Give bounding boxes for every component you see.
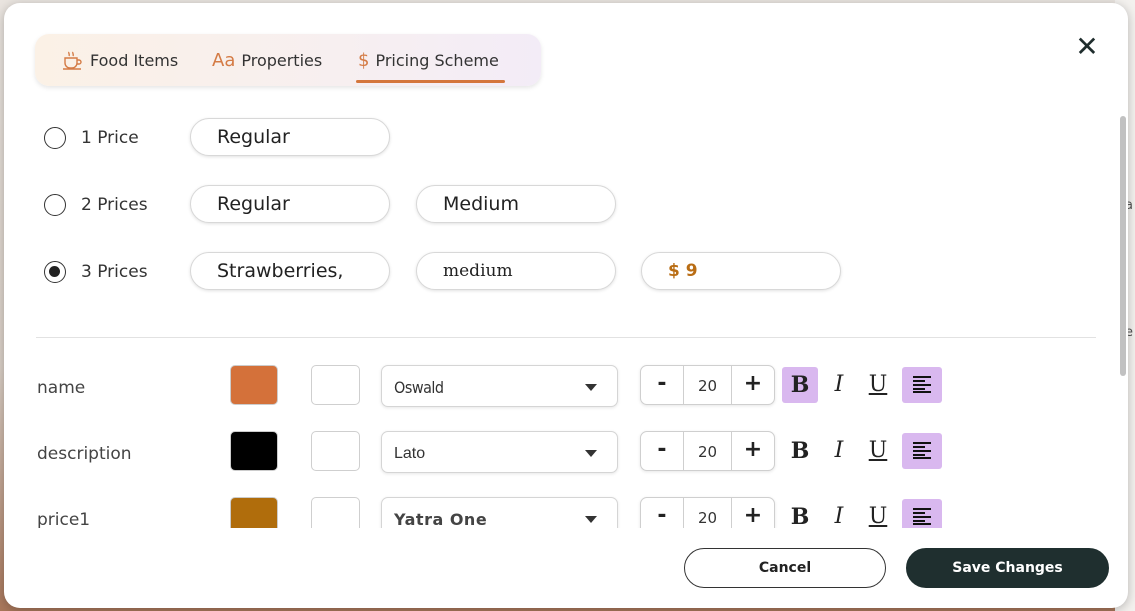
- font-size-input[interactable]: 20: [683, 366, 732, 404]
- increase-size-button[interactable]: +: [732, 366, 774, 404]
- bg-color-swatch[interactable]: [311, 431, 360, 471]
- price-name-input[interactable]: Strawberries,: [190, 252, 390, 290]
- font-select-value: Lato: [394, 445, 426, 462]
- decrease-size-button[interactable]: -: [641, 366, 683, 404]
- font-select[interactable]: Oswald: [381, 365, 618, 407]
- close-icon[interactable]: ✕: [1074, 33, 1100, 61]
- underline-toggle[interactable]: U: [860, 433, 896, 469]
- save-changes-button[interactable]: Save Changes: [906, 548, 1109, 588]
- italic-toggle[interactable]: I: [821, 367, 857, 403]
- font-select[interactable]: Yatra One: [381, 497, 618, 528]
- coffee-cup-icon: [62, 50, 84, 70]
- chevron-down-icon: [585, 450, 597, 457]
- field-label: description: [37, 444, 132, 464]
- price-value-input[interactable]: $ 9: [641, 252, 841, 290]
- field-label: price1: [37, 510, 91, 528]
- scrollbar[interactable]: [1120, 116, 1126, 376]
- bg-color-swatch[interactable]: [311, 497, 360, 528]
- style-row-price1: price1 Yatra One - 20 + B I U: [4, 497, 1128, 528]
- radio-label: 2 Prices: [81, 195, 148, 215]
- text-color-swatch[interactable]: [230, 497, 278, 528]
- text-color-swatch[interactable]: [230, 431, 278, 471]
- increase-size-button[interactable]: +: [732, 432, 774, 470]
- radio-1-price[interactable]: [44, 127, 66, 149]
- edit-menu-modal: Food Items Aa Properties $ Pricing Schem…: [4, 3, 1128, 608]
- cancel-button[interactable]: Cancel: [684, 548, 886, 588]
- font-size-stepper: - 20 +: [640, 365, 775, 405]
- font-size-input[interactable]: 20: [683, 432, 732, 470]
- radio-label: 1 Price: [81, 128, 139, 148]
- font-select[interactable]: Lato: [381, 431, 618, 473]
- font-size-stepper: - 20 +: [640, 431, 775, 471]
- text-color-swatch[interactable]: [230, 365, 278, 405]
- price-name-input[interactable]: medium: [416, 252, 616, 290]
- tab-properties[interactable]: Aa Properties: [212, 34, 322, 86]
- decrease-size-button[interactable]: -: [641, 432, 683, 470]
- font-select-value: Oswald: [394, 378, 444, 397]
- tab-food-items[interactable]: Food Items: [62, 34, 178, 86]
- align-left-button[interactable]: [902, 433, 942, 469]
- style-row-description: description Lato - 20 + B I U: [4, 431, 1128, 477]
- font-aa-icon: Aa: [212, 49, 236, 71]
- align-left-icon: [913, 442, 931, 459]
- increase-size-button[interactable]: +: [732, 498, 774, 528]
- underline-toggle[interactable]: U: [860, 499, 896, 528]
- chevron-down-icon: [585, 384, 597, 391]
- price-name-input[interactable]: Medium: [416, 185, 616, 223]
- font-size-stepper: - 20 +: [640, 497, 775, 528]
- price-option-3: 3 Prices Strawberries, medium $ 9: [4, 252, 1104, 292]
- tab-pricing-scheme[interactable]: $ Pricing Scheme: [356, 34, 505, 86]
- tab-bar: Food Items Aa Properties $ Pricing Schem…: [35, 34, 541, 86]
- bold-toggle[interactable]: B: [782, 433, 818, 469]
- tab-label: Food Items: [90, 50, 179, 70]
- radio-label: 3 Prices: [81, 262, 148, 282]
- align-left-icon: [913, 508, 931, 525]
- field-label: name: [37, 378, 86, 398]
- price-option-2: 2 Prices Regular Medium: [4, 185, 1104, 225]
- section-divider: [36, 337, 1096, 338]
- bold-toggle[interactable]: B: [782, 367, 818, 403]
- underline-toggle[interactable]: U: [860, 367, 896, 403]
- align-left-button[interactable]: [902, 367, 942, 403]
- price-name-input[interactable]: Regular: [190, 185, 390, 223]
- radio-3-prices[interactable]: [44, 261, 66, 283]
- bg-color-swatch[interactable]: [311, 365, 360, 405]
- dollar-icon: $: [358, 49, 370, 71]
- tab-label: Properties: [241, 50, 323, 70]
- chevron-down-icon: [585, 516, 597, 523]
- italic-toggle[interactable]: I: [821, 433, 857, 469]
- radio-2-prices[interactable]: [44, 194, 66, 216]
- style-settings: name Oswald - 20 + B I U description Lat…: [4, 353, 1128, 528]
- align-left-button[interactable]: [902, 499, 942, 528]
- tab-label: Pricing Scheme: [375, 50, 499, 70]
- font-select-value: Yatra One: [394, 510, 488, 528]
- style-row-name: name Oswald - 20 + B I U: [4, 365, 1128, 411]
- price-name-input[interactable]: Regular: [190, 118, 390, 156]
- align-left-icon: [913, 376, 931, 393]
- price-option-1: 1 Price Regular: [4, 118, 1104, 158]
- bold-toggle[interactable]: B: [782, 499, 818, 528]
- font-size-input[interactable]: 20: [683, 498, 732, 528]
- italic-toggle[interactable]: I: [821, 499, 857, 528]
- decrease-size-button[interactable]: -: [641, 498, 683, 528]
